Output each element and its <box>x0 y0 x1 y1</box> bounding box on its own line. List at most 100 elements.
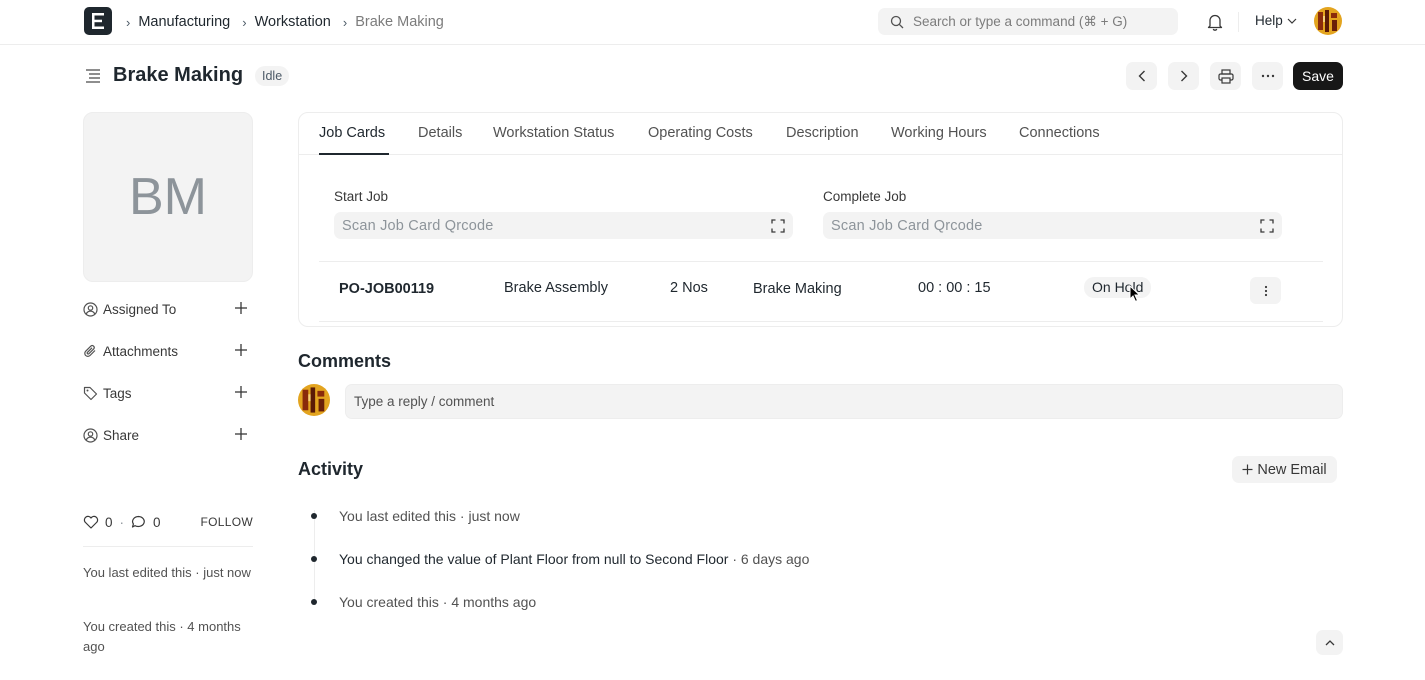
plus-icon[interactable] <box>234 385 248 399</box>
sidebar-item-share[interactable]: Share <box>83 424 253 446</box>
complete-job-label: Complete Job <box>823 189 907 204</box>
assign-icon <box>83 301 98 317</box>
timeline-dot <box>311 556 317 562</box>
user-avatar[interactable] <box>1314 7 1342 35</box>
tab-job-cards[interactable]: Job Cards <box>319 125 385 141</box>
comment-placeholder: Type a reply / comment <box>354 394 495 409</box>
search-icon <box>890 15 904 28</box>
comment-count: 0 <box>153 514 161 530</box>
record-image-placeholder[interactable]: BM <box>83 112 253 282</box>
complete-job-input[interactable]: Scan Job Card Qrcode <box>823 212 1282 239</box>
status-badge: Idle <box>255 66 290 86</box>
social-stats: 0 · 0 FOLLOW <box>83 512 253 532</box>
plus-icon <box>1242 464 1253 475</box>
job-card-actions-button[interactable] <box>1250 277 1281 304</box>
search-bar[interactable]: Search or type a command (⌘ + G) <box>878 8 1178 35</box>
help-dropdown[interactable]: Help <box>1255 13 1297 28</box>
job-card-qty: 2 Nos <box>670 280 708 296</box>
breadcrumb: › Manufacturing › Workstation › Brake Ma… <box>124 0 454 44</box>
app-logo[interactable] <box>84 7 112 35</box>
comment-input[interactable]: Type a reply / comment <box>345 384 1343 419</box>
activity-item: You created this · 4 months ago <box>339 594 537 610</box>
activity-field: Plant Floor <box>500 551 569 567</box>
mouse-cursor-icon <box>1129 285 1141 303</box>
plus-icon[interactable] <box>234 427 248 441</box>
tab-workstation-status[interactable]: Workstation Status <box>493 125 614 141</box>
breadcrumb-workstation[interactable]: Workstation <box>255 14 331 30</box>
new-email-button[interactable]: New Email <box>1232 456 1337 483</box>
comment-icon[interactable] <box>131 515 146 529</box>
breadcrumb-current[interactable]: Brake Making <box>355 14 444 30</box>
follow-button[interactable]: FOLLOW <box>201 515 253 529</box>
job-card-status-badge[interactable]: On Hold <box>1084 277 1152 298</box>
sidebar-item-attachments[interactable]: Attachments <box>83 340 253 362</box>
activity-text: from <box>568 551 604 567</box>
sidebar-item-label: Share <box>103 427 140 443</box>
chevron-right-icon <box>1180 70 1187 82</box>
save-button[interactable]: Save <box>1293 62 1343 90</box>
sidebar-item-label: Tags <box>103 385 132 401</box>
tab-connections[interactable]: Connections <box>1019 125 1100 141</box>
tab-working-hours[interactable]: Working Hours <box>891 125 987 141</box>
activity-text: You changed the value of <box>339 551 501 567</box>
heart-icon[interactable] <box>83 515 99 529</box>
tab-details[interactable]: Details <box>418 125 462 141</box>
chevron-down-icon <box>1287 18 1297 24</box>
job-card-workstation: Brake Making <box>753 281 842 297</box>
tab-operating-costs[interactable]: Operating Costs <box>648 125 753 141</box>
last-edited-note: You last edited this · just now <box>83 565 251 580</box>
chevron-right-icon: › <box>126 14 131 30</box>
plus-icon[interactable] <box>234 343 248 357</box>
activity-text: to <box>625 551 646 567</box>
form-card: Job Cards Details Workstation Status Ope… <box>298 112 1343 327</box>
next-record-button[interactable] <box>1168 62 1199 90</box>
start-job-placeholder: Scan Job Card Qrcode <box>342 217 494 234</box>
sidebar-toggle-button[interactable] <box>85 68 101 87</box>
dot-separator: · <box>119 514 125 530</box>
breadcrumb-manufacturing[interactable]: Manufacturing <box>138 14 230 30</box>
tag-icon <box>83 386 98 400</box>
sidebar-item-label: Assigned To <box>103 301 177 317</box>
sidebar-item-label: Attachments <box>103 343 179 359</box>
previous-record-button[interactable] <box>1126 62 1157 90</box>
comments-heading: Comments <box>298 351 392 371</box>
active-tab-indicator <box>319 153 389 155</box>
scan-icon[interactable] <box>1260 219 1274 233</box>
start-job-input[interactable]: Scan Job Card Qrcode <box>334 212 793 239</box>
job-card-timer: 00 : 00 : 15 <box>918 280 991 296</box>
sidebar-item-assigned-to[interactable]: Assigned To <box>83 298 253 320</box>
paperclip-icon <box>84 344 96 357</box>
plus-icon[interactable] <box>234 301 248 315</box>
scroll-to-top-button[interactable] <box>1316 630 1343 655</box>
notification-button[interactable] <box>1207 13 1223 34</box>
erpnext-logo-icon <box>92 13 104 29</box>
print-button[interactable] <box>1210 62 1241 90</box>
activity-new-value: Second Floor <box>645 551 729 567</box>
activity-old-value: null <box>603 551 626 567</box>
tab-bar: Job Cards Details Workstation Status Ope… <box>299 113 1342 155</box>
activity-item: You last edited this · just now <box>339 508 520 524</box>
avatar-image <box>298 384 330 416</box>
timeline-dot <box>311 599 317 605</box>
navbar-divider <box>1238 12 1239 32</box>
scan-icon[interactable] <box>771 219 785 233</box>
navbar: › Manufacturing › Workstation › Brake Ma… <box>0 0 1425 45</box>
start-job-label: Start Job <box>334 189 389 204</box>
more-actions-button[interactable] <box>1252 62 1283 90</box>
activity-heading: Activity <box>298 459 364 479</box>
tab-description[interactable]: Description <box>786 125 859 141</box>
comment-avatar <box>298 384 330 416</box>
ellipsis-icon <box>1261 74 1274 78</box>
vertical-ellipsis-icon <box>1264 285 1267 296</box>
row-divider <box>319 261 1323 262</box>
job-card-id[interactable]: PO-JOB00119 <box>339 281 434 297</box>
avatar-image <box>1314 7 1342 35</box>
new-email-label: New Email <box>1257 461 1327 478</box>
activity-item: You changed the value of Plant Floor fro… <box>339 551 809 567</box>
sidebar-divider <box>83 546 253 547</box>
created-note: You created this · 4 months ago <box>83 619 241 654</box>
chevron-right-icon: › <box>342 14 348 30</box>
printer-icon <box>1217 68 1234 84</box>
sidebar-item-tags[interactable]: Tags <box>83 382 253 404</box>
share-icon <box>83 427 98 443</box>
